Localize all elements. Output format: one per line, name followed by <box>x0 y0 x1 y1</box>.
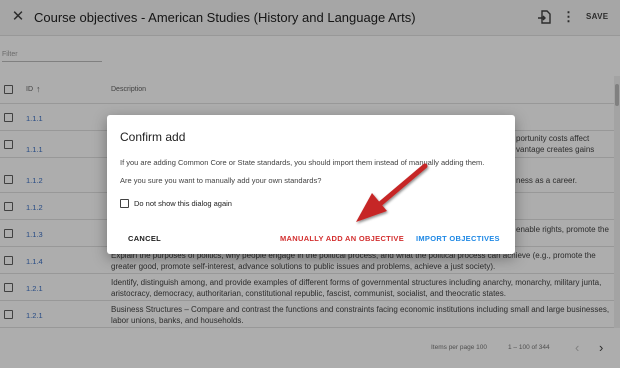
dont-show-again-label[interactable]: Do not show this dialog again <box>134 199 232 208</box>
dont-show-again-checkbox[interactable] <box>120 199 129 208</box>
dialog-title: Confirm add <box>120 130 186 144</box>
dialog-question: Are you sure you want to manually add yo… <box>120 176 322 185</box>
confirm-add-dialog: Confirm add If you are adding Common Cor… <box>107 115 515 254</box>
import-objectives-button[interactable]: IMPORT OBJECTIVES <box>416 234 500 243</box>
dialog-message: If you are adding Common Core or State s… <box>120 158 485 167</box>
cancel-button[interactable]: CANCEL <box>128 234 161 243</box>
manually-add-objective-button[interactable]: MANUALLY ADD AN OBJECTIVE <box>280 234 404 243</box>
